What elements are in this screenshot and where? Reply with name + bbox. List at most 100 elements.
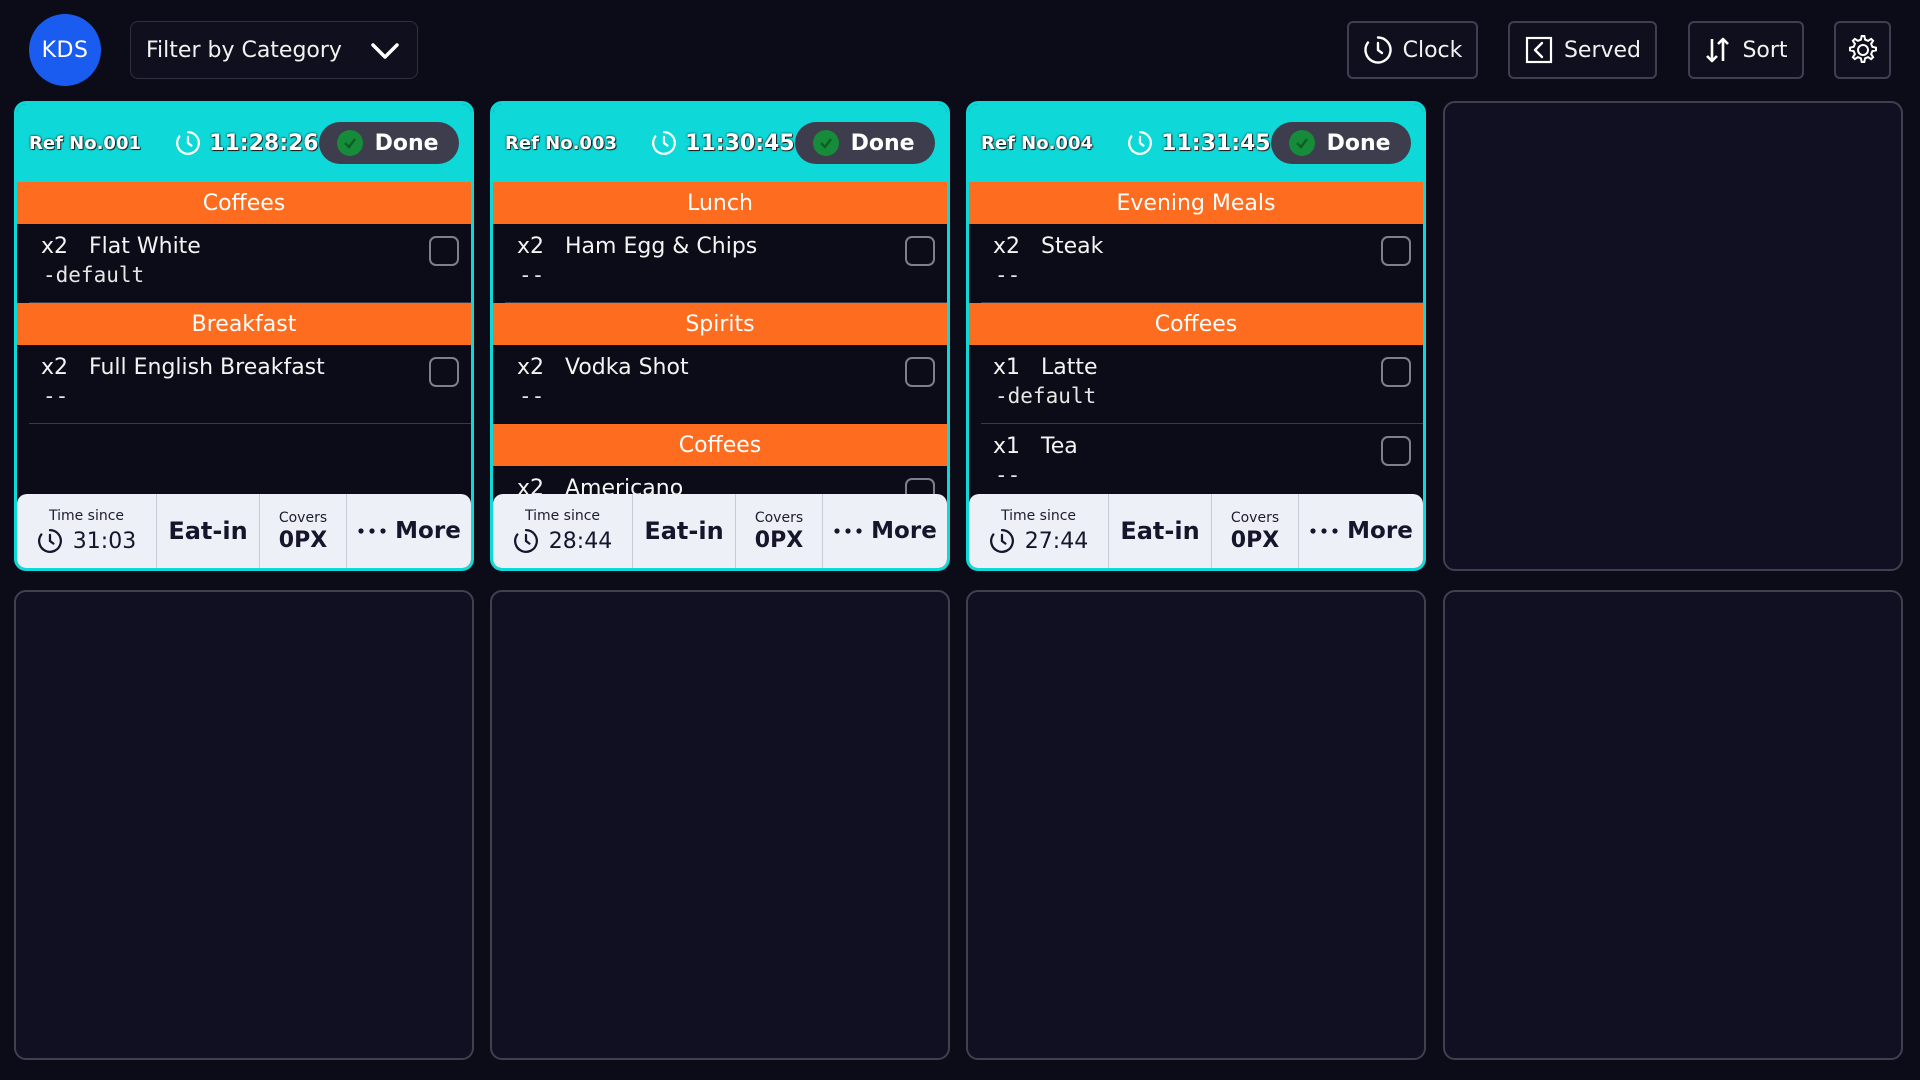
covers: Covers 0PX	[1212, 494, 1299, 568]
sort-button[interactable]: Sort	[1688, 21, 1804, 79]
order-ref: Ref No.003	[505, 132, 618, 154]
sort-icon	[1706, 37, 1730, 63]
more-label: More	[395, 518, 461, 544]
clock-icon	[37, 529, 62, 553]
order-item: x2 Full English Breakfast --	[17, 345, 471, 424]
done-button[interactable]: Done	[794, 122, 935, 164]
more-button[interactable]: More	[823, 494, 947, 568]
empty-order-slot	[1443, 590, 1903, 1060]
more-dots-icon	[834, 528, 862, 534]
clock-icon	[1128, 131, 1153, 155]
item-name: Americano	[565, 476, 684, 494]
covers-label: Covers	[278, 509, 328, 526]
order-card-header: Ref No.001 11:28:26 Done	[17, 104, 471, 182]
order-card[interactable]: Ref No.001 11:28:26 Done Coffees x2 Flat…	[14, 101, 474, 571]
item-checkbox[interactable]	[1381, 436, 1411, 466]
item-qty: x2	[993, 234, 1021, 259]
more-button[interactable]: More	[347, 494, 471, 568]
filter-label: Filter by Category	[146, 37, 342, 63]
item-qty: x1	[993, 434, 1021, 459]
clock-icon	[513, 529, 538, 553]
item-modifier: -default	[995, 384, 1097, 408]
category-header: Evening Meals	[969, 182, 1423, 224]
done-button[interactable]: Done	[1270, 122, 1411, 164]
item-checkbox[interactable]	[1381, 236, 1411, 266]
category-header: Lunch	[493, 182, 947, 224]
order-item: x2 Steak --	[969, 224, 1423, 303]
order-card[interactable]: Ref No.004 11:31:45 Done Evening Meals x…	[966, 101, 1426, 571]
gear-icon	[1848, 35, 1877, 63]
item-checkbox[interactable]	[905, 478, 935, 494]
check-circle-icon	[812, 130, 839, 156]
more-dots-icon	[1310, 528, 1338, 534]
done-button[interactable]: Done	[318, 122, 459, 164]
order-time: 11:30:45	[651, 130, 795, 156]
order-time-value: 11:30:45	[685, 130, 795, 156]
item-modifier: --	[995, 463, 1021, 487]
time-since-value: 31:03	[72, 528, 137, 554]
time-since-value: 27:44	[1024, 528, 1089, 554]
time-since: Time since 28:44	[493, 494, 633, 568]
covers-value: 0PX	[1230, 527, 1280, 553]
order-item: x2 Americano	[493, 466, 947, 494]
order-card[interactable]: Ref No.003 11:30:45 Done Lunch x2 Ham Eg…	[490, 101, 950, 571]
order-type-label: Eat-in	[168, 517, 248, 545]
item-name: Latte	[1041, 355, 1098, 380]
empty-order-slot	[966, 590, 1426, 1060]
clock-icon	[652, 131, 677, 155]
time-since-value: 28:44	[548, 528, 613, 554]
empty-order-slot	[490, 590, 950, 1060]
item-modifier: --	[519, 384, 545, 408]
item-qty: x2	[517, 355, 545, 380]
order-time: 11:28:26	[175, 130, 319, 156]
more-button[interactable]: More	[1299, 494, 1423, 568]
filter-by-category-dropdown[interactable]: Filter by Category	[130, 21, 418, 79]
order-type: Eat-in	[157, 494, 260, 568]
served-button[interactable]: Served	[1508, 21, 1657, 79]
item-checkbox[interactable]	[429, 357, 459, 387]
item-modifier: --	[995, 263, 1021, 287]
check-circle-icon	[1288, 130, 1315, 156]
order-type-label: Eat-in	[1120, 517, 1200, 545]
sort-button-label: Sort	[1742, 37, 1788, 63]
covers: Covers 0PX	[736, 494, 823, 568]
clock-button[interactable]: Clock	[1347, 21, 1478, 79]
more-dots-icon	[358, 528, 386, 534]
order-item: x2 Flat White -default	[17, 224, 471, 303]
order-item: x2 Ham Egg & Chips --	[493, 224, 947, 303]
item-checkbox[interactable]	[905, 357, 935, 387]
more-label: More	[1347, 518, 1413, 544]
time-since-label: Time since	[1000, 508, 1077, 524]
item-qty: x1	[993, 355, 1021, 380]
order-item: x1 Tea --	[969, 424, 1423, 494]
clock-icon	[989, 529, 1014, 553]
order-card-header: Ref No.003 11:30:45 Done	[493, 104, 947, 182]
item-checkbox[interactable]	[905, 236, 935, 266]
item-checkbox[interactable]	[1381, 357, 1411, 387]
order-items: Evening Meals x2 Steak -- Coffees x1 Lat…	[969, 182, 1423, 494]
order-time-value: 11:28:26	[209, 130, 319, 156]
done-label: Done	[1326, 130, 1391, 156]
top-bar: KDS Filter by Category Clock Served Sort	[0, 0, 1920, 100]
order-items: Lunch x2 Ham Egg & Chips -- Spirits x2 V…	[493, 182, 947, 494]
kds-logo: KDS	[29, 14, 101, 86]
item-qty: x2	[517, 476, 545, 494]
order-time: 11:31:45	[1127, 130, 1271, 156]
item-name: Full English Breakfast	[89, 355, 325, 380]
item-name: Vodka Shot	[565, 355, 689, 380]
empty-order-slot	[14, 590, 474, 1060]
chevron-down-icon	[371, 43, 399, 59]
covers-value: 0PX	[278, 527, 328, 553]
item-name: Ham Egg & Chips	[565, 234, 758, 259]
order-type: Eat-in	[1109, 494, 1212, 568]
order-ref: Ref No.004	[981, 132, 1094, 154]
order-type: Eat-in	[633, 494, 736, 568]
check-circle-icon	[336, 130, 363, 156]
category-header: Coffees	[17, 182, 471, 224]
item-modifier: --	[519, 263, 545, 287]
item-qty: x2	[41, 355, 69, 380]
item-qty: x2	[41, 234, 69, 259]
item-checkbox[interactable]	[429, 236, 459, 266]
settings-button[interactable]	[1834, 21, 1891, 79]
time-since: Time since 31:03	[17, 494, 157, 568]
